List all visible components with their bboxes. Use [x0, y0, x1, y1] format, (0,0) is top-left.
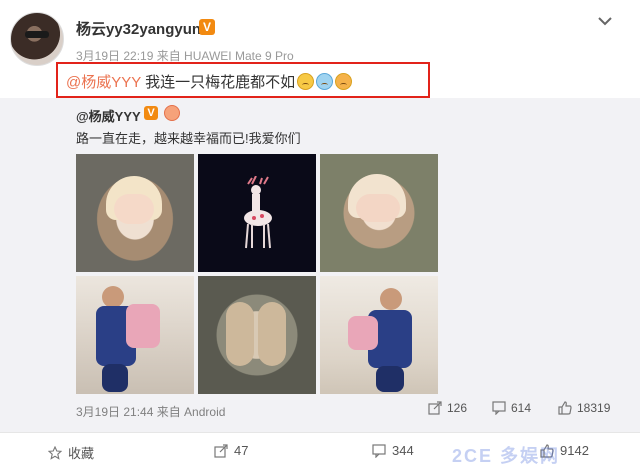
crying-emoji-icon	[316, 73, 334, 90]
photo-baby-sleeping[interactable]	[76, 154, 194, 272]
comment-icon	[372, 443, 386, 458]
photo-kids-2[interactable]	[320, 276, 438, 394]
share-icon	[428, 401, 442, 415]
original-footer: 3月19日 21:44 来自 Android	[76, 405, 226, 419]
sad-emoji-icon	[335, 73, 353, 90]
repost-card[interactable]: @杨威YYY V 路一直在走，越来越幸福而已!我爱你们 3月19日 21:44 …	[0, 98, 640, 432]
mention-link[interactable]: @杨威YYY	[66, 74, 141, 91]
post-text: @杨威YYY 我连一只梅花鹿都不如	[56, 62, 430, 98]
verified-badge: V	[144, 106, 158, 120]
original-text: 路一直在走，越来越幸福而已!我爱你们	[76, 131, 301, 146]
star-icon	[48, 445, 62, 460]
share-icon	[214, 443, 228, 458]
original-comment[interactable]: 614	[492, 401, 531, 415]
photo-baby-sleeping-2[interactable]	[320, 154, 438, 272]
photo-kids-1[interactable]	[76, 276, 194, 394]
comment-count: 614	[511, 401, 532, 415]
original-like[interactable]: 18319	[558, 401, 610, 415]
photo-deer[interactable]	[198, 154, 316, 272]
verified-badge: V	[199, 19, 215, 35]
heart-eyes-icon	[164, 105, 180, 121]
photo-twin-babies[interactable]	[198, 276, 316, 394]
post-header: 杨云yy32yangyun V 3月19日 22:19 来自 HUAWEI Ma…	[0, 0, 640, 98]
username[interactable]: 杨云yy32yangyun	[76, 18, 201, 39]
comment-icon	[492, 401, 506, 415]
avatar[interactable]	[10, 12, 64, 66]
favorite-button[interactable]: 收藏	[48, 443, 94, 462]
emoji-icon	[297, 73, 315, 90]
chevron-down-icon[interactable]	[596, 14, 614, 28]
like-count: 18319	[577, 401, 611, 415]
post-text-body: 我连一只梅花鹿都不如	[140, 74, 296, 91]
forward-count: 47	[234, 443, 249, 458]
forward-button[interactable]: 47	[214, 443, 248, 458]
original-forward[interactable]: 126	[428, 401, 467, 415]
comment-button[interactable]: 344	[372, 443, 414, 458]
comment-count: 344	[392, 443, 414, 458]
thumbs-up-icon	[558, 401, 572, 415]
forward-count: 126	[447, 401, 468, 415]
watermark: 2CE 多娱网	[452, 446, 561, 466]
like-count: 9142	[560, 443, 589, 458]
original-username[interactable]: @杨威YYY	[76, 106, 141, 125]
favorite-label: 收藏	[68, 446, 95, 461]
deer-illustration	[244, 176, 272, 249]
